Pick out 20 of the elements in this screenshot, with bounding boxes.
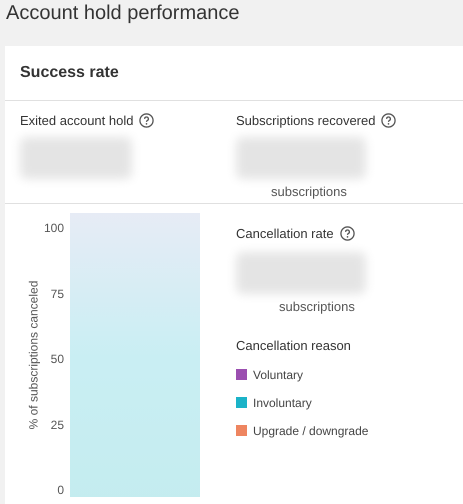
metric-unit: subscriptions <box>279 298 356 316</box>
card-title: Success rate <box>20 63 119 83</box>
y-tick-label: 50 <box>50 352 64 366</box>
legend-title: Cancellation reason <box>236 337 352 355</box>
metric-label: Exited account hold <box>20 112 134 130</box>
y-tick-label: 75 <box>50 286 64 300</box>
y-axis-label: % of subscriptions canceled <box>25 280 41 430</box>
legend-label: Involuntary <box>253 394 312 412</box>
y-tick-label: 25 <box>50 418 64 432</box>
help-icon[interactable] <box>381 113 396 128</box>
help-icon[interactable] <box>139 113 154 128</box>
y-tick-label: 100 <box>44 221 64 235</box>
legend-label: Voluntary <box>253 366 304 384</box>
metric-unit: subscriptions <box>271 182 348 201</box>
legend-label: Upgrade / downgrade <box>253 422 368 440</box>
metric-label: Cancellation rate <box>236 225 334 243</box>
y-tick-label: 0 <box>56 483 64 497</box>
page-title: Account hold performance <box>5 1 240 26</box>
help-icon[interactable] <box>340 226 355 242</box>
metric-label: Subscriptions recovered <box>236 112 376 130</box>
